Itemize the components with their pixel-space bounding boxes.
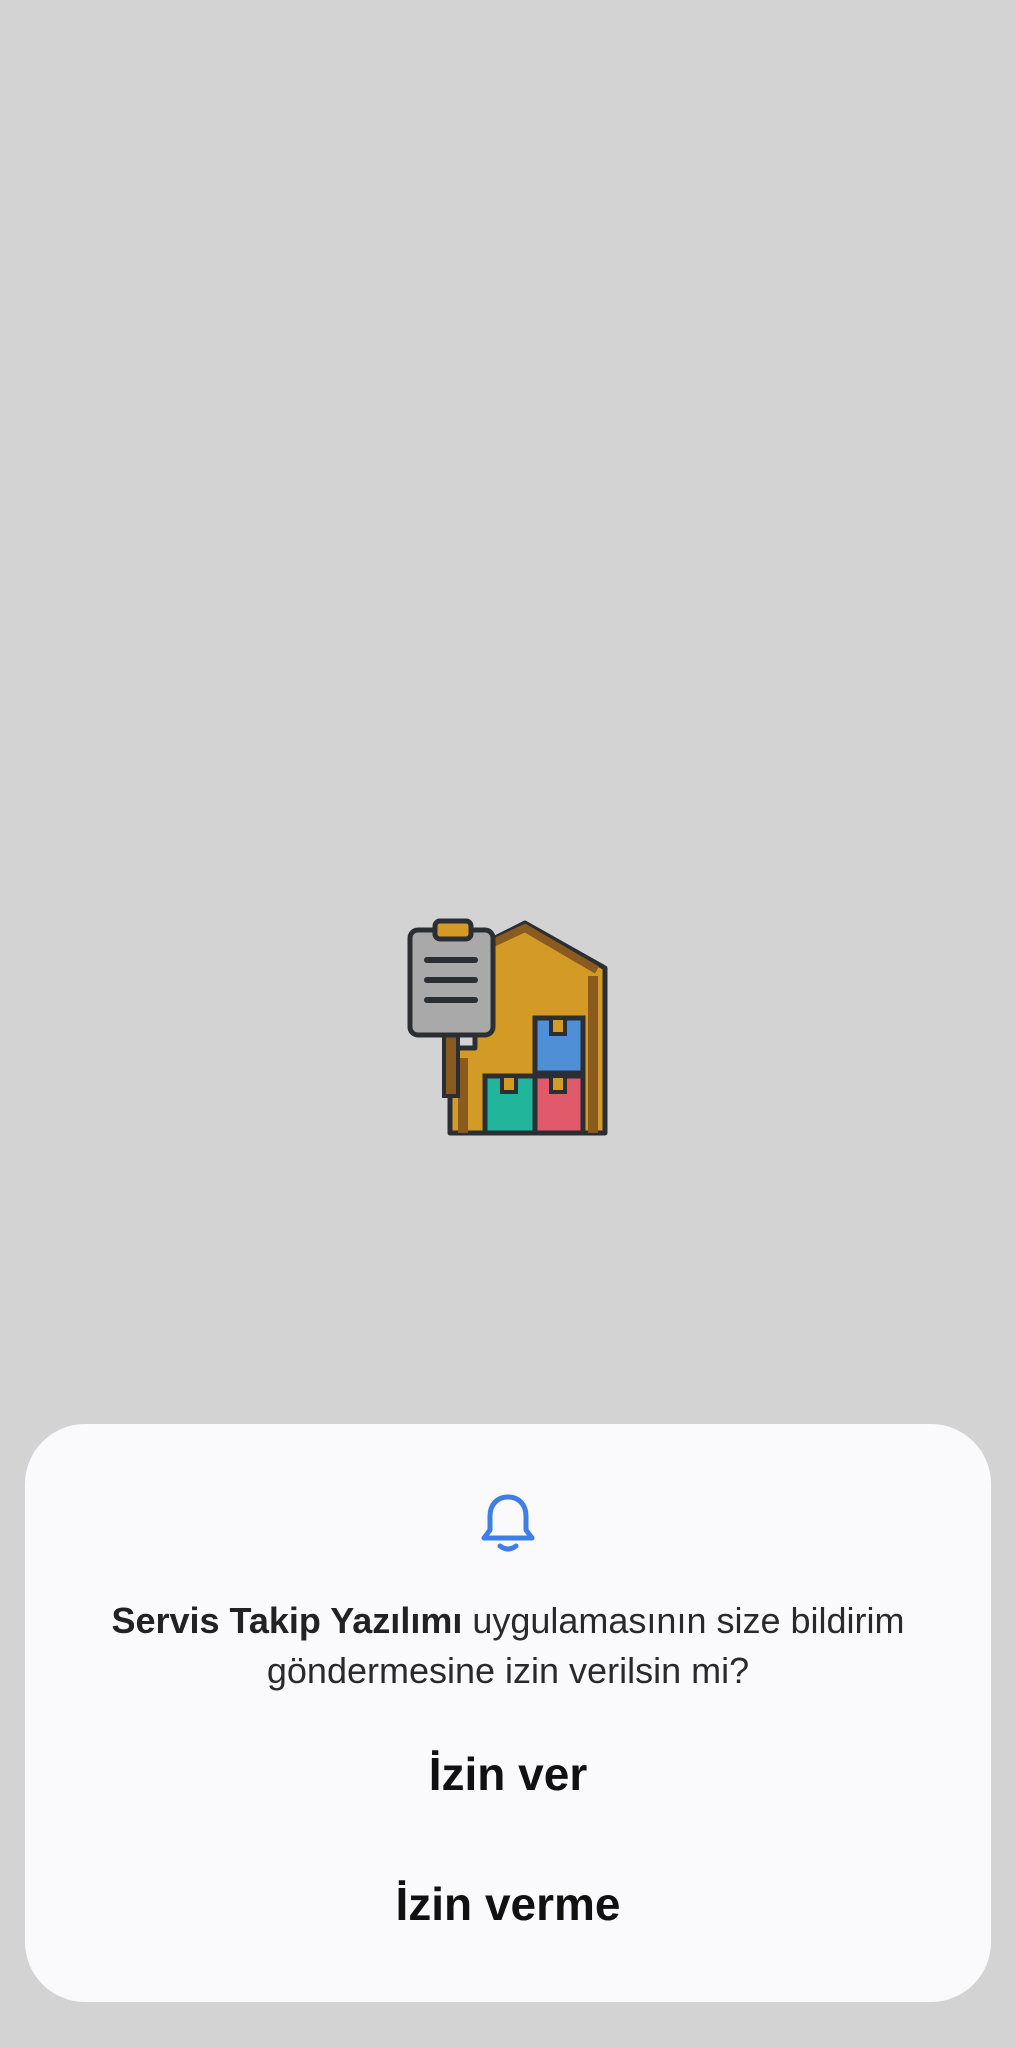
message-line1-rest: uygulamasının size bildirim	[462, 1600, 905, 1641]
allow-button[interactable]: İzin ver	[25, 1746, 991, 1802]
warehouse-clipboard-icon	[407, 918, 608, 1136]
notification-permission-dialog: Servis Takip Yazılımı uygulamasının size…	[25, 1424, 991, 2002]
app-screen: Servis Takip Yazılımı uygulamasının size…	[0, 0, 1016, 2048]
bell-icon	[481, 1494, 535, 1552]
permission-message: Servis Takip Yazılımı uygulamasının size…	[65, 1596, 951, 1696]
deny-button[interactable]: İzin verme	[25, 1876, 991, 1932]
app-name: Servis Takip Yazılımı	[111, 1600, 463, 1641]
message-line2: göndermesine izin verilsin mi?	[266, 1650, 750, 1691]
